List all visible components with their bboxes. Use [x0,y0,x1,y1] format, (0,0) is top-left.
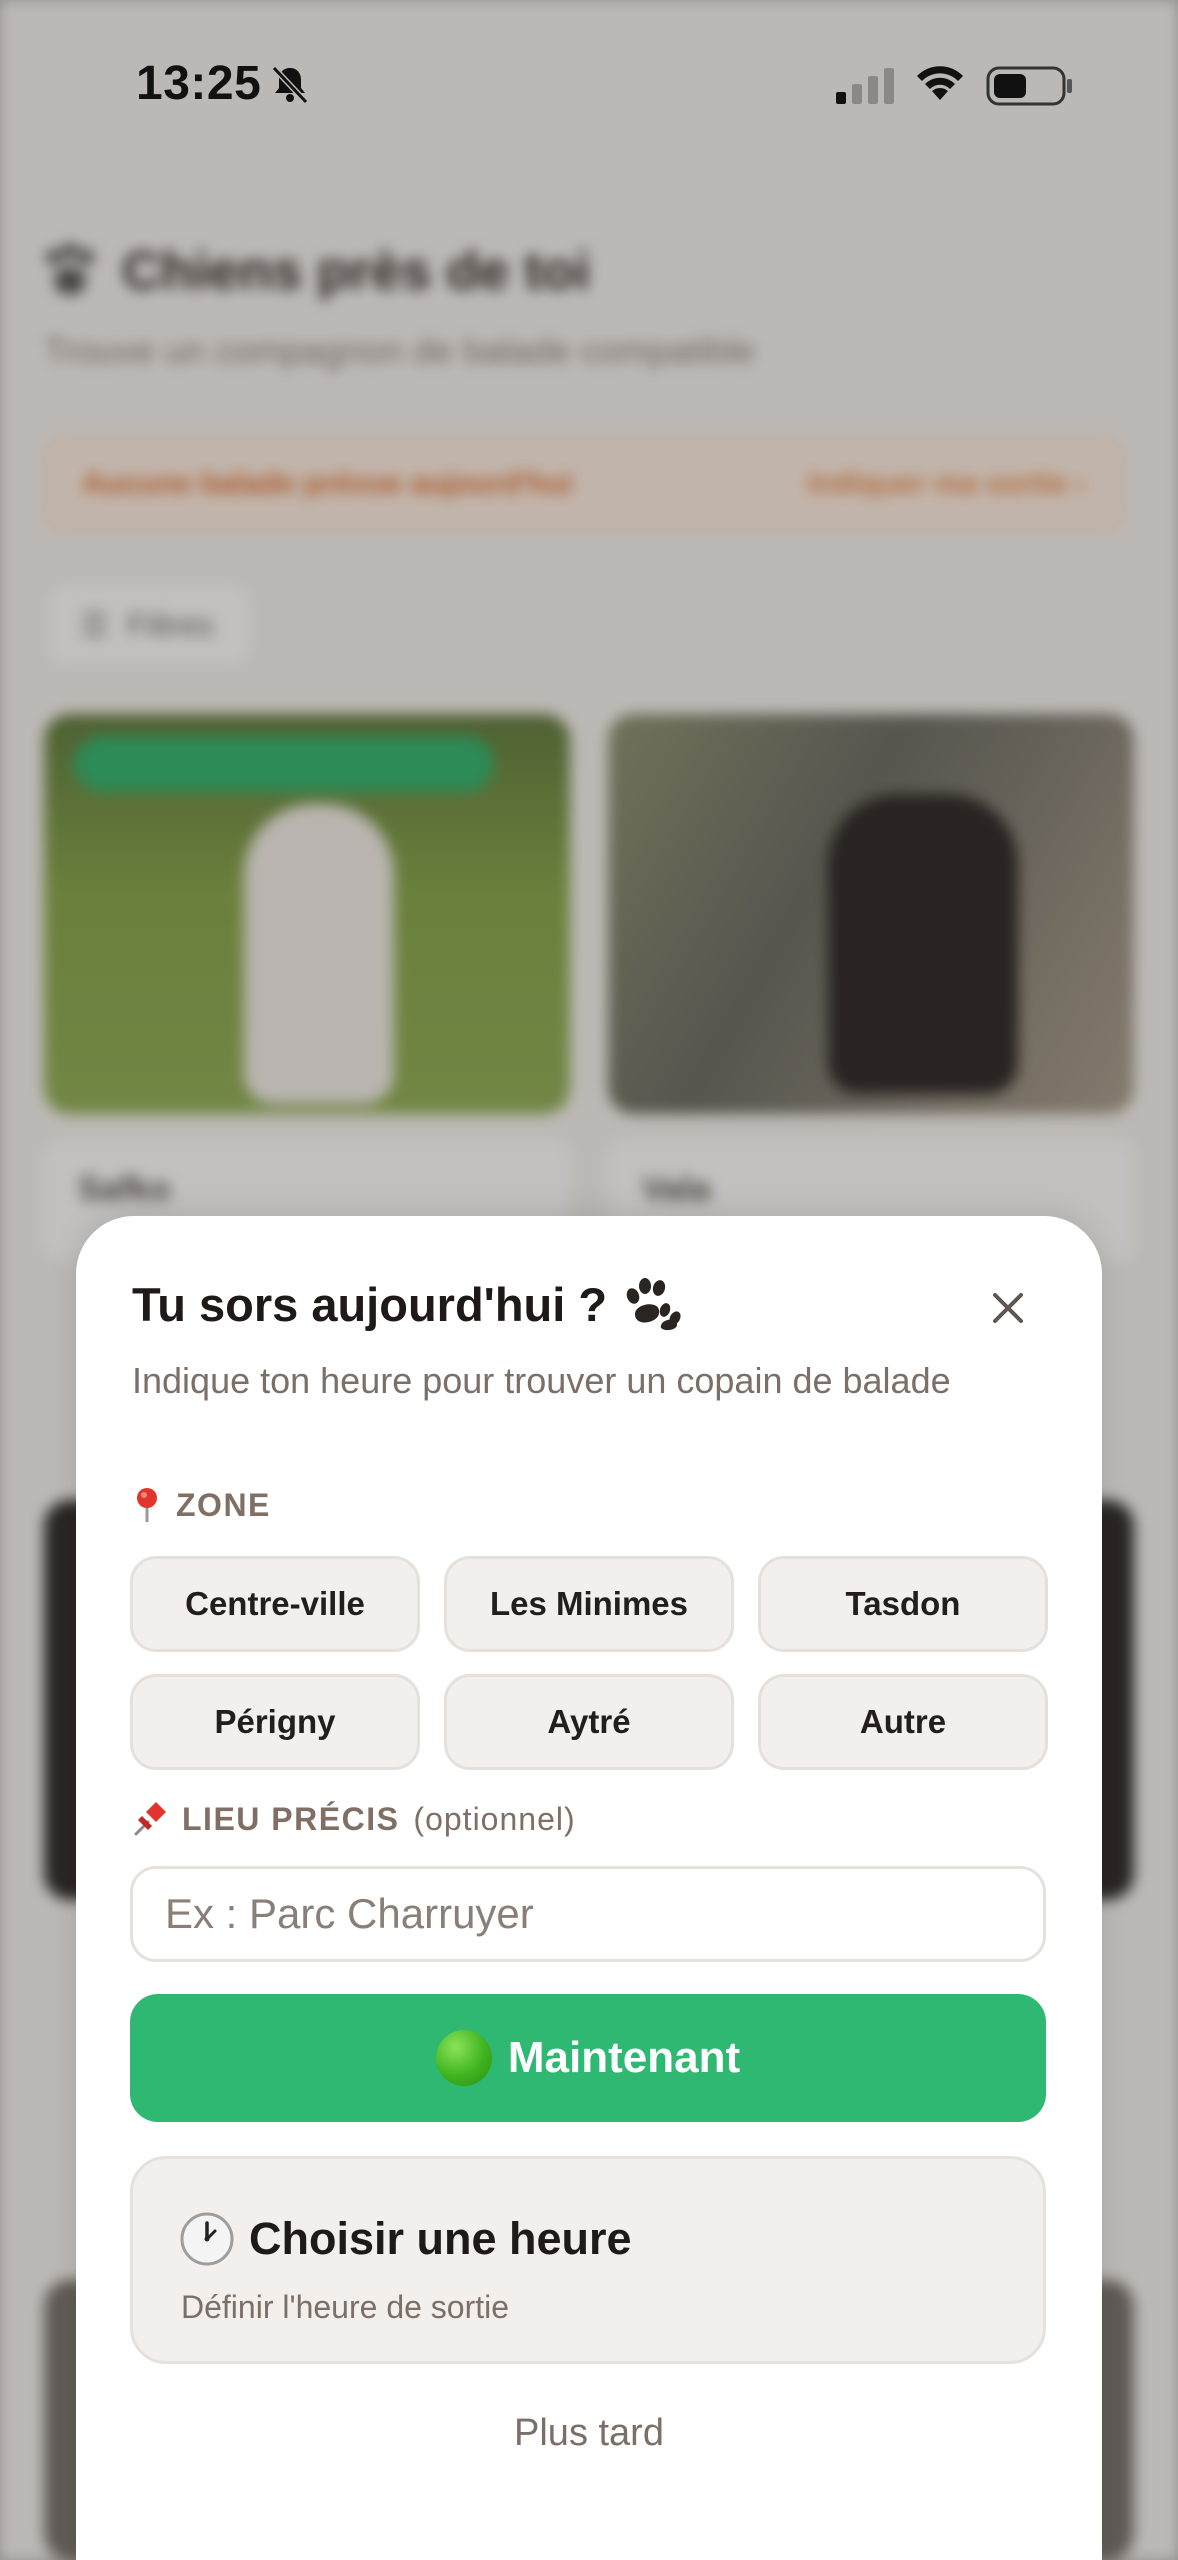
signal-icon [836,68,894,104]
zone-chip[interactable]: Les Minimes [444,1556,734,1652]
zone-options: Centre-ville Les Minimes Tasdon Périgny … [130,1556,1048,1770]
paw-icon [626,1278,681,1331]
choose-time-title: Choisir une heure [179,2211,632,2267]
zone-chip[interactable]: Périgny [130,1674,420,1770]
clock-icon [180,2212,234,2266]
zone-chip[interactable]: Aytré [444,1674,734,1770]
battery-icon [986,66,1072,106]
now-button[interactable]: Maintenant [130,1994,1046,2122]
choose-time-subtitle: Définir l'heure de sortie [181,2289,510,2325]
status-time: 13:25 [136,57,262,110]
wifi-icon [917,66,963,100]
status-bar: 13:25 [0,0,1178,140]
zone-chip[interactable]: Centre-ville [130,1556,420,1652]
sheet-title: Tu sors aujourd'hui ? [132,1276,683,1332]
later-button[interactable]: Plus tard [76,2412,1102,2455]
zone-chip[interactable]: Autre [758,1674,1048,1770]
zone-chip[interactable]: Tasdon [758,1556,1048,1652]
bell-muted-icon [271,65,309,105]
pushpin-icon [134,1802,166,1836]
choose-time-button[interactable]: Choisir une heure Définir l'heure de sor… [130,2156,1046,2364]
sheet-subtitle: Indique ton heure pour trouver un copain… [132,1360,951,1401]
zone-label: ZONE [132,1486,271,1524]
close-button[interactable] [976,1276,1040,1340]
place-label: LIEU PRÉCIS (optionnel) [132,1800,576,1838]
pin-icon [137,1488,157,1522]
green-circle-icon [435,2030,492,2086]
close-icon [993,1293,1023,1323]
place-input[interactable] [130,1866,1046,1962]
outing-bottom-sheet: Tu sors aujourd'hui ? Indique ton heure … [76,1216,1102,2560]
